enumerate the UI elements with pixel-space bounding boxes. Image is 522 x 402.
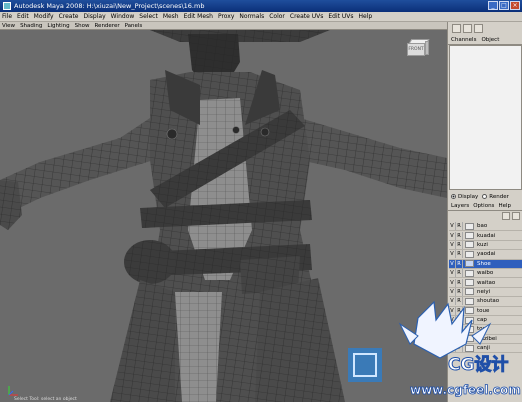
layer-row-selected[interactable]: V R Shoe (449, 259, 522, 269)
menu-normals[interactable]: Normals (239, 13, 264, 20)
menu-file[interactable]: File (2, 13, 12, 20)
panel-menu-renderer[interactable]: Renderer (94, 23, 119, 29)
status-line: Select Tool: select an object (14, 397, 77, 402)
menu-select[interactable]: Select (139, 13, 158, 20)
window-controls: _ □ × (488, 1, 520, 10)
panel-menu-panels[interactable]: Panels (125, 23, 143, 29)
layer-row[interactable]: V Rneiyi (449, 287, 522, 298)
menu-window[interactable]: Window (111, 13, 135, 20)
layer-color-swatch (465, 241, 474, 249)
layer-tools (448, 211, 522, 221)
viewcube-front-face[interactable]: FRONT (407, 43, 425, 56)
panel-menu-view[interactable]: View (2, 23, 15, 29)
menu-edit[interactable]: Edit (17, 13, 29, 20)
menu-create-uvs[interactable]: Create UVs (290, 13, 323, 20)
layer-mode-switch: Display Render (448, 192, 522, 202)
panel-menu-shading[interactable]: Shading (20, 23, 42, 29)
menu-mesh[interactable]: Mesh (163, 13, 179, 20)
layout-icon[interactable] (474, 24, 483, 33)
menu-modify[interactable]: Modify (34, 13, 54, 20)
layer-color-swatch (465, 279, 474, 287)
layout-icon[interactable] (452, 24, 461, 33)
menu-edit-uvs[interactable]: Edit UVs (328, 13, 353, 20)
main-menubar: File Edit Modify Create Display Window S… (0, 12, 522, 22)
maximize-button[interactable]: □ (499, 1, 509, 10)
layer-name: kuadai (477, 232, 496, 239)
new-layer-selected-icon[interactable] (512, 212, 520, 220)
layer-row[interactable]: V Rbao (449, 222, 522, 232)
menu-proxy[interactable]: Proxy (218, 13, 234, 20)
display-mode-option[interactable]: Display (451, 194, 478, 200)
menu-create[interactable]: Create (59, 13, 79, 20)
layer-editor-menu: Layers Options Help (448, 202, 522, 211)
channel-box-tabs: Channels Object (448, 36, 522, 45)
menu-layers[interactable]: Layers (451, 203, 469, 209)
layer-color-swatch (465, 232, 474, 240)
panel-toolbar (448, 22, 522, 36)
layer-color-swatch (465, 250, 474, 258)
layer-name: neiyi (477, 288, 491, 295)
layout-icon[interactable] (463, 24, 472, 33)
layer-row[interactable]: V Rwaibo (449, 268, 522, 279)
panel-menubar: View Shading Lighting Show Renderer Pane… (0, 22, 447, 30)
window-title: Autodesk Maya 2008: H:\xiuzai\New_Projec… (14, 2, 205, 10)
layer-row[interactable]: V Rkuzi (449, 240, 522, 251)
radio-on-icon (451, 194, 456, 199)
panel-menu-lighting[interactable]: Lighting (47, 23, 69, 29)
panel-menu-show[interactable]: Show (75, 23, 90, 29)
layer-color-swatch (465, 269, 474, 277)
minimize-button[interactable]: _ (488, 1, 498, 10)
layer-color-swatch (465, 288, 474, 296)
layer-name: waibo (477, 270, 494, 277)
tab-channels[interactable]: Channels (451, 37, 476, 43)
layer-row[interactable]: V Ryaodai (449, 250, 522, 260)
layer-name: bao (477, 223, 488, 230)
layer-color-swatch (465, 260, 474, 268)
axis-gizmo-icon (8, 386, 18, 396)
layer-row[interactable]: V Rkuadai (449, 231, 522, 241)
close-button[interactable]: × (510, 1, 520, 10)
menu-display[interactable]: Display (84, 13, 106, 20)
svg-text:www.cgfeel.com: www.cgfeel.com (410, 383, 521, 397)
layer-color-swatch (465, 222, 474, 230)
layer-row[interactable]: V Rwaitao (449, 278, 522, 288)
channel-box[interactable] (449, 45, 522, 190)
menu-color[interactable]: Color (269, 13, 285, 20)
layer-name: yaodai (477, 251, 496, 258)
new-layer-icon[interactable] (502, 212, 510, 220)
layer-name: kuzi (477, 241, 488, 248)
tab-object[interactable]: Object (481, 37, 499, 43)
render-mode-option[interactable]: Render (482, 194, 509, 200)
layer-name: Shoe (477, 260, 491, 267)
maya-app-icon (3, 2, 11, 10)
menu-help-layers[interactable]: Help (498, 203, 511, 209)
layer-name: waitao (477, 279, 496, 286)
menu-edit-mesh[interactable]: Edit Mesh (184, 13, 213, 20)
title-bar: Autodesk Maya 2008: H:\xiuzai\New_Projec… (0, 0, 522, 12)
svg-text:CG设计: CG设计 (448, 354, 508, 375)
menu-options[interactable]: Options (473, 203, 494, 209)
menu-help[interactable]: Help (359, 13, 373, 20)
cgfeel-watermark-logo: CG设计 www.cgfeel.com (348, 300, 521, 397)
radio-off-icon (482, 194, 488, 199)
viewcube[interactable]: FRONT (405, 38, 430, 58)
